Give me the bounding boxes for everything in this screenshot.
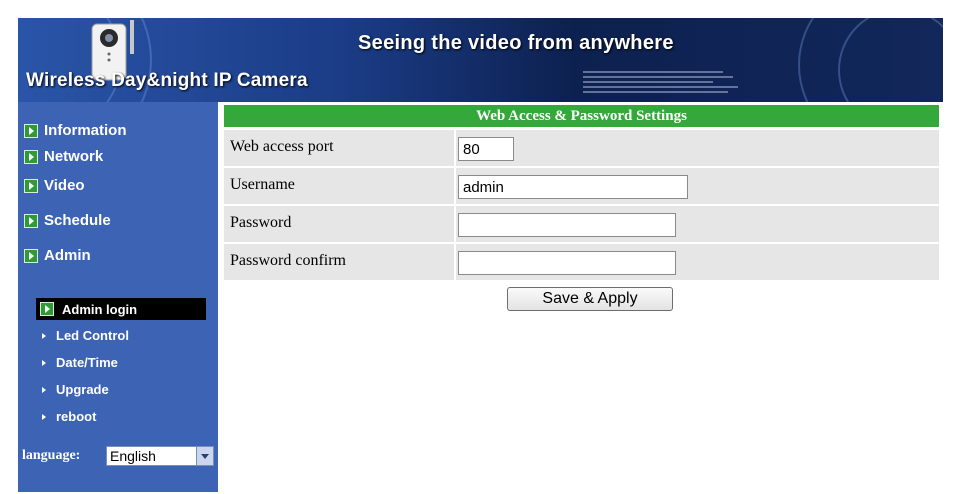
small-triangle-icon [42, 332, 46, 339]
sidebar: Information Network Video Schedule Admin… [18, 102, 218, 492]
slogan: Seeing the video from anywhere [358, 32, 674, 54]
username-input[interactable] [458, 175, 688, 199]
sidebar-subitem-label: Admin login [62, 301, 138, 317]
chevron-down-icon [201, 453, 209, 459]
sidebar-subitem-label: Upgrade [56, 382, 109, 397]
green-arrow-box-icon [40, 302, 54, 316]
password-confirm-input[interactable] [458, 251, 676, 275]
sidebar-subitem-reboot[interactable]: reboot [42, 409, 96, 424]
column-divider [454, 168, 456, 204]
form-row-password: Password [224, 206, 939, 244]
sidebar-item-label: Video [44, 177, 85, 194]
sidebar-subitem-led-control[interactable]: Led Control [42, 328, 129, 343]
sidebar-subitem-date-time[interactable]: Date/Time [42, 355, 118, 370]
form-row-password-confirm: Password confirm [224, 244, 939, 282]
form-row-username: Username [224, 168, 939, 206]
column-divider [454, 130, 456, 166]
product-title: Wireless Day&night IP Camera [26, 70, 308, 91]
sidebar-item-label: Information [44, 122, 127, 139]
column-divider [454, 244, 456, 280]
sidebar-item-information[interactable]: Information [24, 122, 127, 139]
language-value: English [110, 448, 156, 464]
save-apply-button[interactable]: Save & Apply [507, 287, 673, 311]
small-triangle-icon [42, 386, 46, 393]
sidebar-item-label: Admin [44, 247, 91, 264]
green-arrow-box-icon [24, 123, 38, 138]
sidebar-item-video[interactable]: Video [24, 177, 85, 194]
camera-web-ui: Wireless Day&night IP Camera Seeing the … [18, 18, 943, 492]
field-label: Web access port [230, 138, 334, 155]
field-label: Password [230, 214, 292, 231]
field-label: Username [230, 176, 295, 193]
column-divider [454, 206, 456, 242]
sidebar-subitem-admin-login[interactable]: Admin login [36, 298, 206, 320]
dropdown-button[interactable] [196, 447, 213, 465]
green-arrow-box-icon [24, 149, 38, 164]
language-label: language: [22, 448, 81, 463]
panel-title: Web Access & Password Settings [224, 105, 939, 127]
decorative-wave [838, 18, 943, 102]
language-select[interactable]: English [106, 446, 214, 466]
sidebar-item-network[interactable]: Network [24, 148, 103, 165]
sidebar-subitem-upgrade[interactable]: Upgrade [42, 382, 109, 397]
sidebar-subitem-label: reboot [56, 409, 97, 424]
sidebar-item-label: Schedule [44, 212, 111, 229]
sidebar-item-admin[interactable]: Admin [24, 247, 91, 264]
banner-fineprint [583, 68, 743, 96]
password-input[interactable] [458, 213, 676, 237]
header-banner: Wireless Day&night IP Camera Seeing the … [18, 18, 943, 102]
small-triangle-icon [42, 413, 46, 420]
field-label: Password confirm [230, 252, 346, 269]
green-arrow-box-icon [24, 178, 38, 193]
form-row-web-access-port: Web access port [224, 130, 939, 168]
web-access-port-input[interactable] [458, 137, 514, 161]
green-arrow-box-icon [24, 248, 38, 263]
sidebar-subitem-label: Date/Time [56, 355, 118, 370]
sidebar-item-label: Network [44, 148, 104, 165]
green-arrow-box-icon [24, 213, 38, 228]
sidebar-subitem-label: Led Control [56, 328, 129, 343]
small-triangle-icon [42, 359, 46, 366]
sidebar-item-schedule[interactable]: Schedule [24, 212, 111, 229]
